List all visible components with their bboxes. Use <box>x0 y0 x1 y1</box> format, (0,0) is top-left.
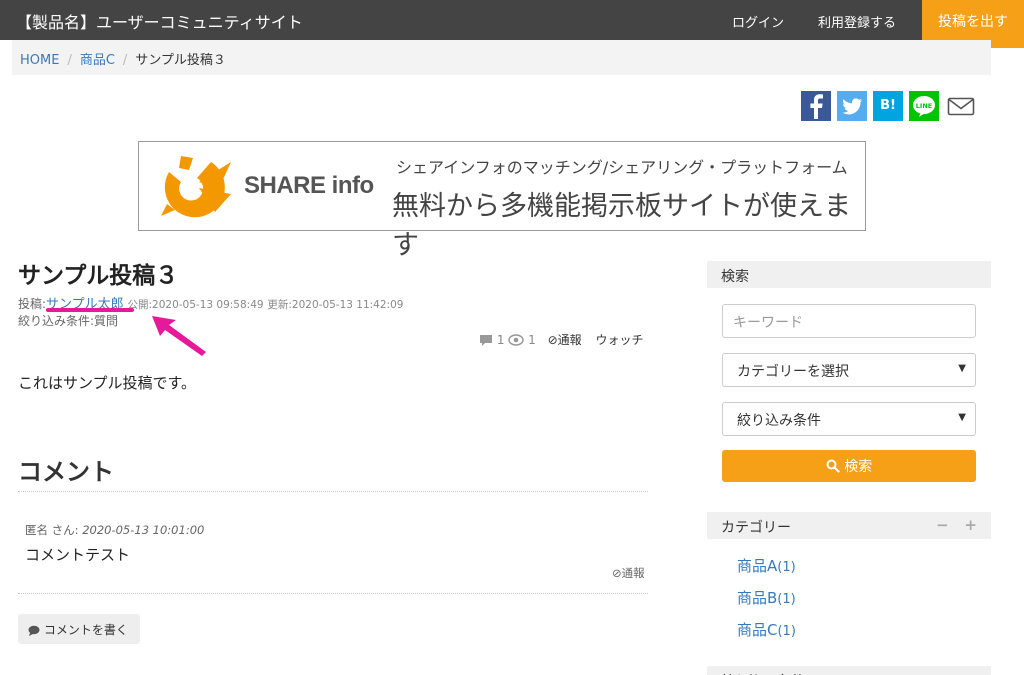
banner-headline: 無料から多機能掲示板サイトが使えます <box>392 191 851 261</box>
breadcrumb: HOME / 商品C / サンプル投稿３ <box>12 40 991 75</box>
view-count: 1 <box>528 333 536 347</box>
divider <box>18 491 648 492</box>
category-count: (1) <box>777 624 796 639</box>
report-icon: ⊘ <box>612 566 622 580</box>
facebook-share-icon[interactable] <box>801 91 831 121</box>
comment-count-icon <box>479 334 493 349</box>
search-button-label: 検索 <box>844 459 873 475</box>
line-icon-label: LINE <box>916 102 932 110</box>
category-count: (1) <box>777 592 796 607</box>
report-icon: ⊘ <box>547 333 558 347</box>
filter-select[interactable]: 絞り込み条件 ▼ <box>722 402 976 436</box>
category-name: 商品C <box>737 621 778 639</box>
comment-report-link[interactable]: ⊘通報 <box>612 565 645 581</box>
post-filter-condition: 絞り込み条件:質問 <box>18 314 119 328</box>
divider <box>18 593 648 594</box>
post-title: サンプル投稿３ <box>18 263 179 289</box>
comment-count: 1 <box>496 333 505 347</box>
top-navbar: 【製品名】ユーザーコミュニティサイト ログイン 利用登録する 投稿を出す <box>0 0 1024 48</box>
category-panel-heading: カテゴリー − + <box>707 512 991 539</box>
category-panel-title: カテゴリー <box>721 520 791 536</box>
annotation-arrow-icon <box>152 316 206 356</box>
keyword-search-input[interactable]: キーワード <box>722 304 976 338</box>
category-select-value: カテゴリーを選択 <box>737 364 849 380</box>
published-date: 公開:2020-05-13 09:58:49 <box>127 299 264 311</box>
write-comment-label: コメントを書く <box>43 623 128 637</box>
comments-heading: コメント <box>18 458 114 486</box>
register-link[interactable]: 利用登録する <box>818 12 896 31</box>
chevron-down-icon: ▼ <box>958 363 966 374</box>
speech-bubble-icon <box>28 625 40 639</box>
breadcrumb-separator: / <box>67 53 72 68</box>
report-label: 通報 <box>557 333 582 347</box>
comment-report-label: 通報 <box>621 566 645 580</box>
mail-share-icon[interactable] <box>946 91 976 121</box>
comment-meta: 匿名 さん: 2020-05-13 10:01:00 <box>25 523 205 537</box>
post-body: これはサンプル投稿です。 <box>18 374 197 392</box>
category-count: (1) <box>777 560 796 575</box>
category-link-c[interactable]: 商品C(1) <box>737 619 796 640</box>
updated-date: 更新:2020-05-13 11:42:09 <box>267 299 404 311</box>
search-icon <box>826 459 840 477</box>
report-link[interactable]: ⊘通報 <box>548 333 582 347</box>
search-panel-heading: 検索 <box>707 261 991 288</box>
view-count-icon <box>508 334 525 349</box>
line-share-icon[interactable]: LINE <box>909 91 939 121</box>
category-select[interactable]: カテゴリーを選択 ▼ <box>722 353 976 387</box>
category-name: 商品B <box>737 589 778 607</box>
twitter-share-icon[interactable] <box>837 91 867 121</box>
advertisement-banner[interactable]: SHARE info シェアインフォのマッチング/シェアリング・プラットフォーム… <box>138 141 866 261</box>
login-link[interactable]: ログイン <box>732 12 784 31</box>
category-name: 商品A <box>737 557 778 575</box>
panel-toggles: − + <box>936 516 977 534</box>
breadcrumb-separator: / <box>122 53 128 68</box>
post-stats: 1 1 ⊘通報 ウォッチ <box>479 331 644 349</box>
site-brand[interactable]: 【製品名】ユーザーコミュニティサイト <box>16 9 303 33</box>
hatena-bookmark-icon[interactable]: B! <box>873 91 903 121</box>
banner-logo-text: SHARE info <box>244 172 374 199</box>
author-prefix: 投稿: <box>18 297 47 311</box>
breadcrumb-category[interactable]: 商品C <box>80 53 115 68</box>
comment-text: コメントテスト <box>25 546 131 564</box>
category-link-a[interactable]: 商品A(1) <box>737 555 796 576</box>
collapse-icon[interactable]: − <box>936 516 949 534</box>
write-comment-button[interactable]: コメントを書く <box>18 614 140 644</box>
comment-time: 2020-05-13 10:01:00 <box>82 523 205 537</box>
watch-link[interactable]: ウォッチ <box>596 333 644 347</box>
filter-panel-heading: 絞り込み条件 <box>707 666 991 675</box>
banner-tagline: シェアインフォのマッチング/シェアリング・プラットフォーム <box>396 158 848 177</box>
expand-icon[interactable]: + <box>964 516 977 534</box>
filter-select-value: 絞り込み条件 <box>737 413 821 429</box>
chevron-down-icon: ▼ <box>958 412 966 423</box>
breadcrumb-home[interactable]: HOME <box>20 53 59 68</box>
share-info-logo-icon <box>159 154 235 220</box>
comment-author: 匿名 さん <box>25 523 75 537</box>
search-button[interactable]: 検索 <box>722 450 976 482</box>
breadcrumb-current: サンプル投稿３ <box>135 53 226 68</box>
annotation-underline <box>46 308 134 312</box>
category-link-b[interactable]: 商品B(1) <box>737 587 796 608</box>
